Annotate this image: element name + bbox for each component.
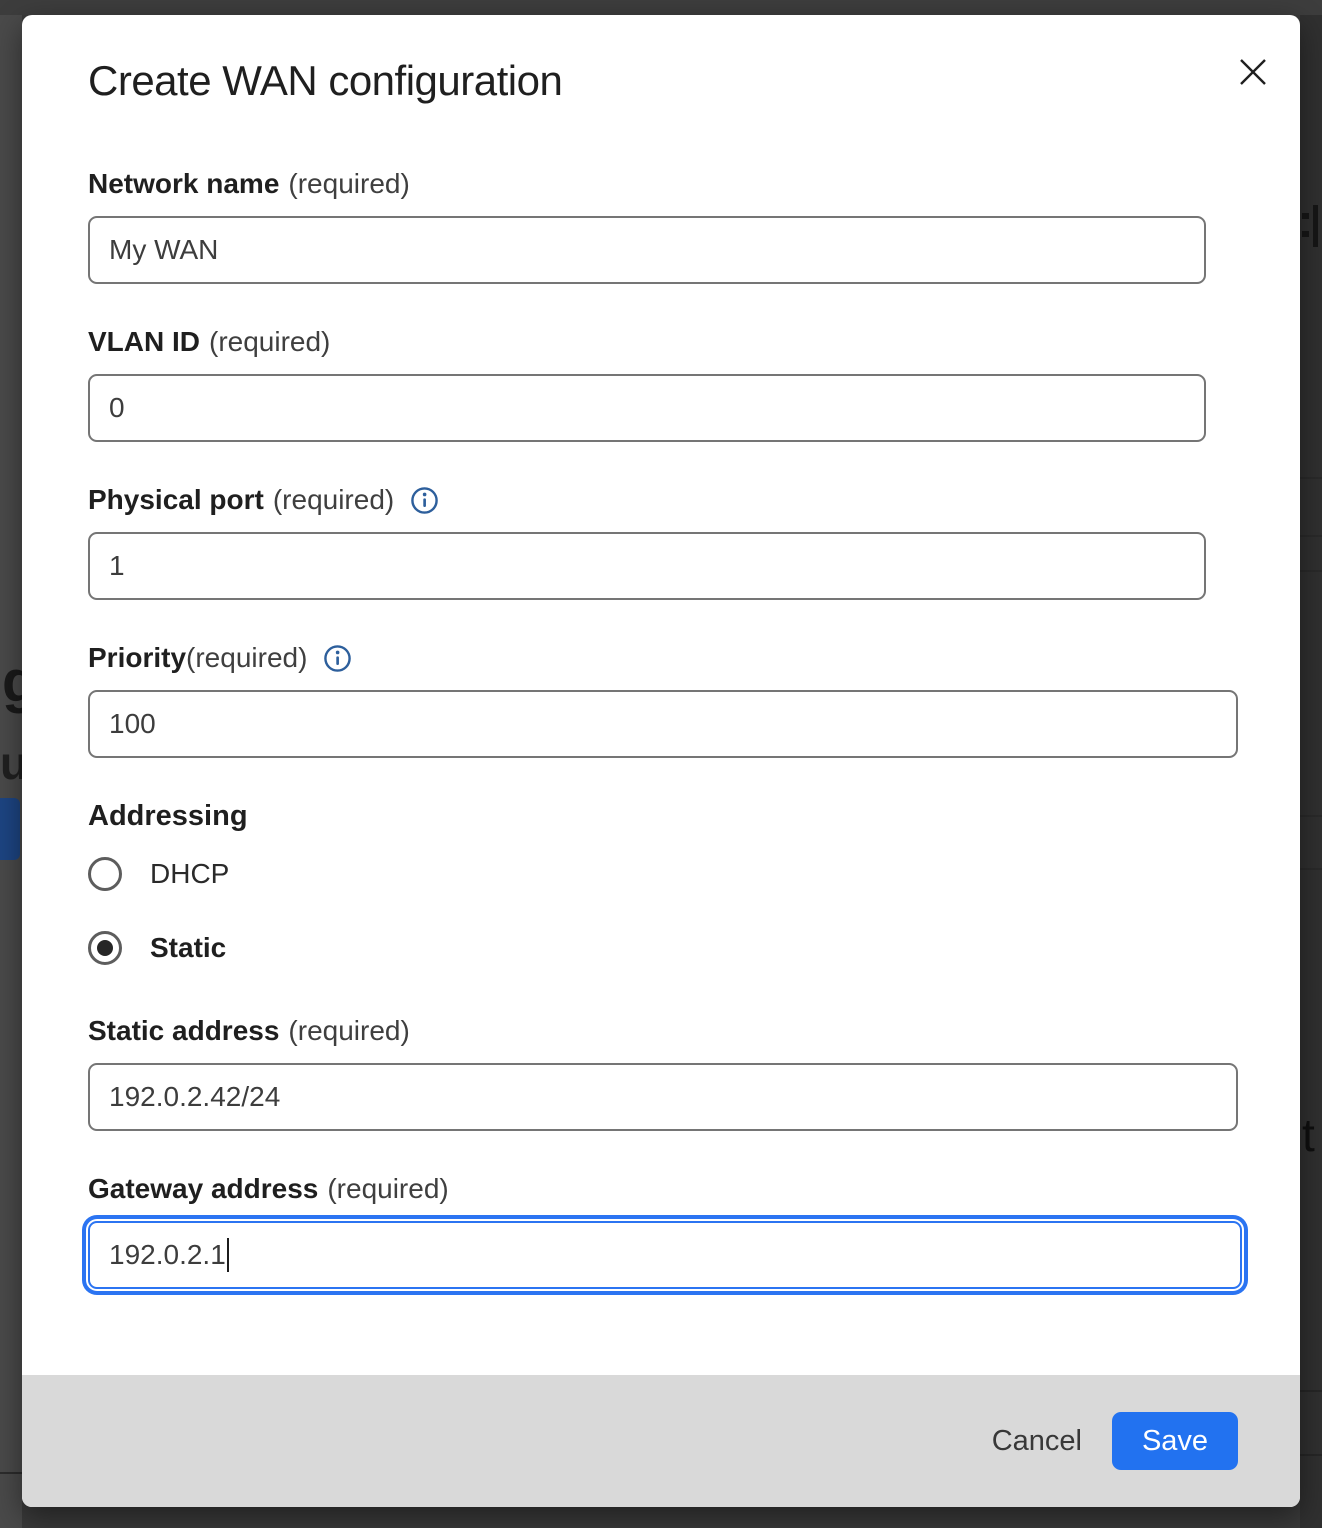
required-hint: (required): [273, 484, 394, 516]
overlay-right: [1300, 0, 1322, 1528]
field-network-name: Network name (required): [88, 168, 1238, 284]
required-hint: (required): [288, 1015, 409, 1047]
field-gateway-address: Gateway address (required): [88, 1173, 1238, 1289]
gateway-address-label: Gateway address (required): [88, 1173, 1238, 1205]
dialog-footer: Cancel Save: [22, 1375, 1300, 1507]
background-line: [1300, 477, 1322, 479]
field-label-text: Static address: [88, 1015, 279, 1047]
background-line: [1300, 570, 1322, 572]
priority-label: Priority (required): [88, 642, 1238, 674]
required-hint: (required): [209, 326, 330, 358]
background-line: [1300, 535, 1322, 537]
text-cursor: [227, 1238, 229, 1272]
field-label-text: VLAN ID: [88, 326, 200, 358]
field-physical-port: Physical port (required): [88, 484, 1238, 600]
background-text-fragment: [1302, 231, 1309, 237]
background-text-fragment: t: [1302, 1108, 1315, 1162]
radio-unselected-icon[interactable]: [88, 857, 122, 891]
background-line: [1300, 1390, 1322, 1392]
gateway-input-wrapper: [88, 1221, 1242, 1289]
static-address-label: Static address (required): [88, 1015, 1238, 1047]
physical-port-input[interactable]: [88, 532, 1206, 600]
gateway-address-input[interactable]: [88, 1221, 1242, 1289]
radio-option-static[interactable]: Static: [88, 930, 1238, 966]
required-hint: (required): [288, 168, 409, 200]
close-icon: [1237, 56, 1269, 88]
field-priority: Priority (required): [88, 642, 1238, 758]
info-icon[interactable]: [410, 486, 439, 515]
addressing-section: Addressing DHCP Static: [88, 800, 1238, 966]
vlan-id-input[interactable]: [88, 374, 1206, 442]
background-button-fragment: [0, 798, 20, 860]
static-address-input[interactable]: [88, 1063, 1238, 1131]
radio-selected-icon[interactable]: [88, 931, 122, 965]
radio-label: DHCP: [150, 858, 229, 890]
radio-label: Static: [150, 932, 226, 964]
physical-port-label: Physical port (required): [88, 484, 1238, 516]
field-label-text: Priority: [88, 642, 186, 674]
background-line: [1300, 1454, 1322, 1456]
background-text-fragment: [1302, 213, 1309, 219]
overlay-top: [0, 0, 1322, 15]
field-vlan-id: VLAN ID (required): [88, 326, 1238, 442]
network-name-input[interactable]: [88, 216, 1206, 284]
addressing-heading: Addressing: [88, 800, 1238, 832]
field-label-text: Network name: [88, 168, 279, 200]
network-name-label: Network name (required): [88, 168, 1238, 200]
priority-input[interactable]: [88, 690, 1238, 758]
vlan-id-label: VLAN ID (required): [88, 326, 1238, 358]
required-hint: (required): [186, 642, 307, 674]
save-button[interactable]: Save: [1112, 1412, 1238, 1470]
required-hint: (required): [327, 1173, 448, 1205]
dialog-title: Create WAN configuration: [88, 57, 1238, 105]
overlay-left: g u: [0, 0, 22, 1528]
field-static-address: Static address (required): [88, 1015, 1238, 1131]
background-line: [1300, 868, 1322, 870]
background-line: [1300, 815, 1322, 817]
close-button[interactable]: [1234, 53, 1272, 91]
background-text-fragment: [1313, 205, 1318, 247]
field-label-text: Physical port: [88, 484, 264, 516]
create-wan-dialog: Create WAN configuration Network name (r…: [22, 15, 1300, 1507]
cancel-button[interactable]: Cancel: [972, 1415, 1102, 1468]
background-line: [0, 1472, 22, 1474]
radio-option-dhcp[interactable]: DHCP: [88, 856, 1238, 892]
info-icon[interactable]: [323, 644, 352, 673]
field-label-text: Gateway address: [88, 1173, 318, 1205]
